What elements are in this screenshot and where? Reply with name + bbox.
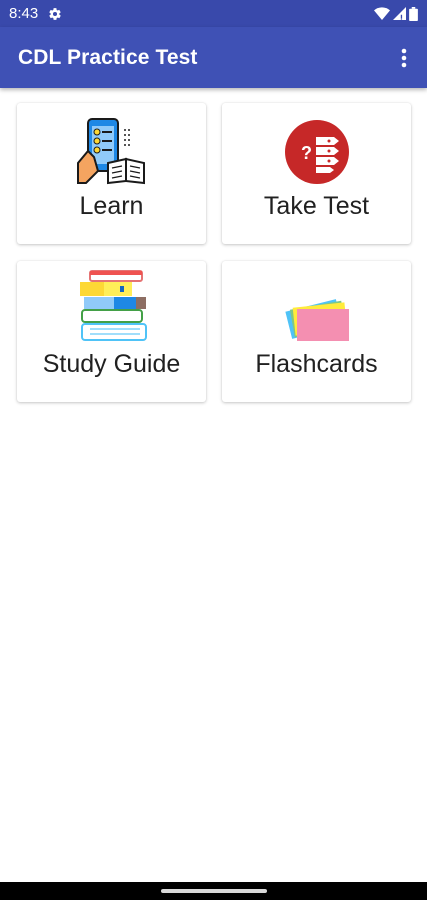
learn-label: Learn <box>79 192 144 220</box>
home-gesture-handle[interactable] <box>160 889 267 893</box>
status-bar: 8:43 <box>0 0 427 27</box>
learn-phone-book-icon <box>76 103 148 189</box>
battery-icon <box>409 6 418 21</box>
flashcards-icon <box>282 261 352 347</box>
system-nav-bar <box>0 882 427 900</box>
take-test-card[interactable]: ? Take Test <box>222 103 411 244</box>
learn-card[interactable]: Learn <box>17 103 206 244</box>
svg-text:?: ? <box>301 143 312 163</box>
wifi-icon <box>374 6 390 20</box>
test-question-checklist-icon: ? <box>284 103 350 189</box>
settings-gear-icon <box>48 7 62 21</box>
cellular-signal-icon <box>393 7 406 20</box>
take-test-label: Take Test <box>263 192 370 220</box>
flashcards-card[interactable]: Flashcards <box>222 261 411 402</box>
app-screen: 8:43 CDL Practice Test Learn ? Take Test… <box>0 0 427 900</box>
app-title: CDL Practice Test <box>18 45 198 69</box>
app-bar: CDL Practice Test <box>0 27 427 88</box>
study-guide-card[interactable]: Study Guide <box>17 261 206 402</box>
book-stack-icon <box>76 261 148 347</box>
more-vert-icon[interactable] <box>381 35 427 81</box>
study-guide-label: Study Guide <box>42 350 181 378</box>
flashcards-label: Flashcards <box>255 350 378 378</box>
menu-grid: Learn ? Take Test Study Guide Flashcards <box>17 103 411 402</box>
status-icons <box>374 6 418 21</box>
status-time: 8:43 <box>9 5 39 22</box>
